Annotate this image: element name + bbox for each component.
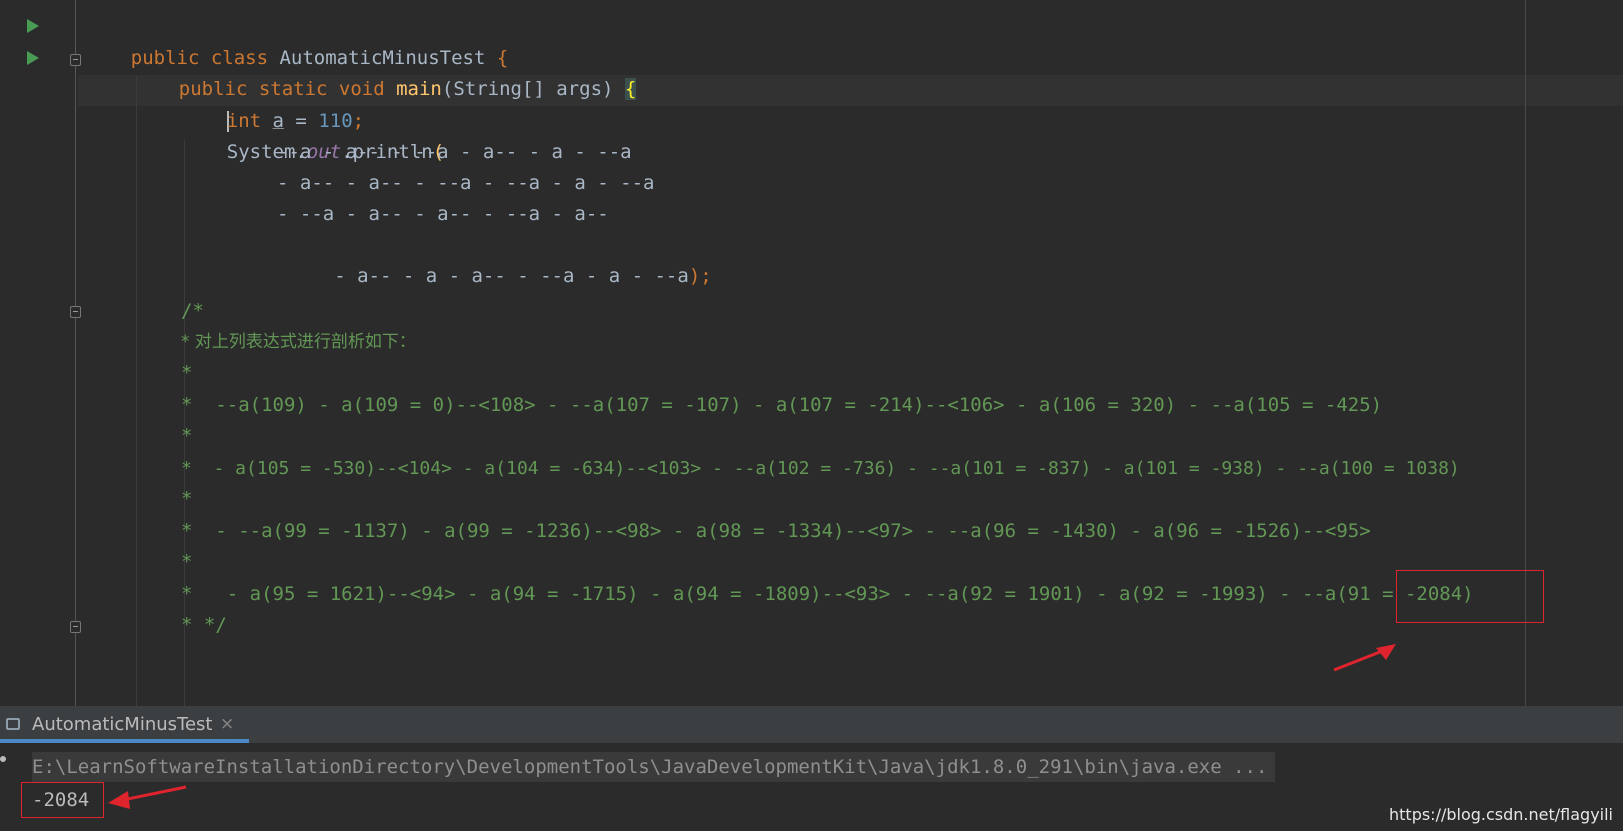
- expr-text: - a-- - a - a-- - --a - a - --a: [322, 265, 689, 287]
- active-tab-indicator: [0, 739, 249, 743]
- console-icon: [6, 718, 20, 730]
- code-line-expr: - --a - a-- - a-- - --a - a--: [277, 203, 609, 225]
- fold-main-icon[interactable]: [70, 54, 81, 66]
- expr-end: );: [688, 265, 712, 287]
- run-tab[interactable]: AutomaticMinusTest ×: [0, 707, 249, 743]
- run-tab-bar: AutomaticMinusTest ×: [0, 707, 1623, 743]
- close-icon[interactable]: ×: [220, 714, 234, 734]
- comment-line: * */: [181, 614, 227, 636]
- annotation-output-box: [21, 782, 104, 818]
- code-line-class: public class AutomaticMinusTest {: [85, 12, 509, 69]
- params: (String[] args): [441, 78, 625, 100]
- code-line-println: System.out.println(: [181, 106, 444, 163]
- fold-comment-start-icon[interactable]: [70, 306, 81, 318]
- pin-icon: [0, 756, 6, 762]
- comment-line: *: [181, 425, 193, 447]
- comment-line: * 对上列表达式进行剖析如下：: [181, 332, 416, 352]
- comment-line: * - a(105 = -530)--<104> - a(104 = -634)…: [181, 458, 1460, 479]
- fold-comment-end-icon[interactable]: [70, 621, 81, 633]
- run-main-icon[interactable]: [27, 51, 39, 65]
- run-tab-label: AutomaticMinusTest: [32, 714, 213, 735]
- gutter-divider: [75, 0, 76, 706]
- comment-line: *: [181, 551, 193, 573]
- code-line-expr: --a - a-- - --a - a-- - a - --a: [277, 141, 632, 163]
- brace-highlight: {: [624, 78, 637, 100]
- annotation-arrow-icon: [108, 785, 187, 809]
- run-panel: AutomaticMinusTest × E:\LearnSoftwareIns…: [0, 706, 1623, 831]
- code-editor[interactable]: public class AutomaticMinusTest { public…: [0, 0, 1623, 706]
- console-command-line[interactable]: E:\LearnSoftwareInstallationDirectory\De…: [32, 752, 1276, 782]
- code-line-expr: - a-- - a - a-- - --a - a - --a);: [277, 230, 712, 287]
- comment-line: * --a(109) - a(109 = 0)--<108> - --a(107…: [181, 394, 1383, 416]
- comment-line: *: [181, 488, 193, 510]
- run-class-icon[interactable]: [27, 19, 39, 33]
- code-line-main: public static void main(String[] args) {: [133, 43, 637, 100]
- annotation-arrow-icon: [1333, 644, 1396, 672]
- comment-line: *: [181, 362, 193, 384]
- comment-line: /*: [181, 300, 204, 322]
- comment-line: * - --a(99 = -1137) - a(99 = -1236)--<98…: [181, 520, 1371, 542]
- indent-guide: [136, 75, 137, 706]
- watermark: https://blog.csdn.net/flagyili: [1389, 805, 1613, 824]
- code-line-decl: int a = 110;: [181, 75, 364, 132]
- code-line-expr: - a-- - a-- - --a - --a - a - --a: [277, 172, 655, 194]
- annotation-highlight-box: [1396, 570, 1544, 623]
- comment-line: * - a(95 = 1621)--<94> - a(94 = -1715) -…: [181, 583, 1474, 605]
- method-name: main: [396, 78, 442, 100]
